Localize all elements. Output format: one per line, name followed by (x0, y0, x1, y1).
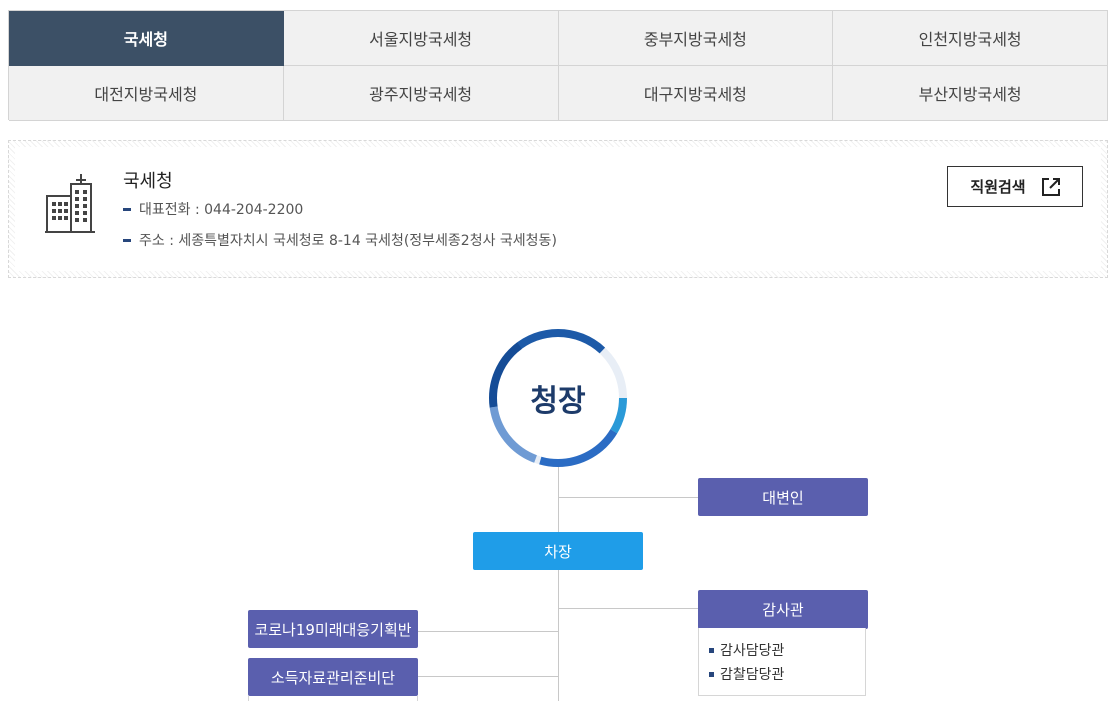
bullet-dash (123, 238, 131, 242)
tab-jungbu[interactable]: 중부지방국세청 (558, 11, 834, 66)
tab-seoul[interactable]: 서울지방국세청 (283, 11, 559, 66)
tab-busan[interactable]: 부산지방국세청 (833, 66, 1108, 121)
deputy-commissioner-box[interactable]: 차장 (473, 532, 643, 570)
income-unit-connector (417, 676, 558, 677)
inspection-officer-label: 감찰담당관 (720, 667, 785, 683)
phone-text: 대표전화 : 044-204-2200 (139, 202, 304, 218)
income-data-unit-box[interactable]: 소득자료관리준비단 (248, 658, 418, 696)
auditor-connector (558, 608, 699, 609)
agency-name: 국세청 (123, 171, 173, 192)
external-link-icon (1041, 177, 1060, 196)
auditor-box[interactable]: 감사관 (698, 590, 868, 629)
inspection-officer-item[interactable]: 감찰담당관 (709, 662, 865, 686)
spokesperson-box[interactable]: 대변인 (698, 478, 868, 516)
bullet-dash (123, 207, 131, 211)
tab-gwangju[interactable]: 광주지방국세청 (283, 66, 559, 121)
tab-incheon[interactable]: 인천지방국세청 (833, 11, 1108, 66)
main-connector-line (558, 465, 559, 701)
chief-label: 청장 (530, 384, 586, 419)
phone-line: 대표전화 : 044-204-2200 (123, 199, 303, 219)
spokesperson-connector (558, 497, 698, 498)
staff-search-button[interactable]: 직원검색 (947, 166, 1083, 207)
auditor-sub-list: 감사담당관 감찰담당관 (698, 628, 866, 696)
address-line: 주소 : 세종특별자치시 국세청로 8-14 국세청(정부세종2청사 국세청동) (123, 230, 557, 250)
audit-officer-item[interactable]: 감사담당관 (709, 638, 865, 662)
agency-info-box: 국세청 대표전화 : 044-204-2200 주소 : 세종특별자치시 국세청… (8, 140, 1108, 278)
tab-daegu[interactable]: 대구지방국세청 (558, 66, 834, 121)
bullet-square-icon (709, 647, 714, 653)
audit-officer-label: 감사담당관 (720, 643, 785, 659)
income-unit-box-edge (248, 696, 249, 701)
chief-node[interactable]: 청장 (487, 327, 629, 469)
staff-search-label: 직원검색 (970, 178, 1026, 196)
address-text: 주소 : 세종특별자치시 국세청로 8-14 국세청(정부세종2청사 국세청동) (139, 233, 557, 249)
region-tabs: 국세청 서울지방국세청 중부지방국세청 인천지방국세청 대전지방국세청 광주지방… (8, 10, 1108, 121)
tab-daejeon[interactable]: 대전지방국세청 (9, 66, 284, 121)
bullet-square-icon (709, 671, 714, 677)
covid-planning-unit-box[interactable]: 코로나19미래대응기획반 (248, 610, 418, 648)
tab-nts[interactable]: 국세청 (9, 11, 284, 66)
income-unit-box-edge (417, 696, 418, 701)
covid-unit-connector (417, 631, 558, 632)
building-icon (45, 174, 95, 233)
